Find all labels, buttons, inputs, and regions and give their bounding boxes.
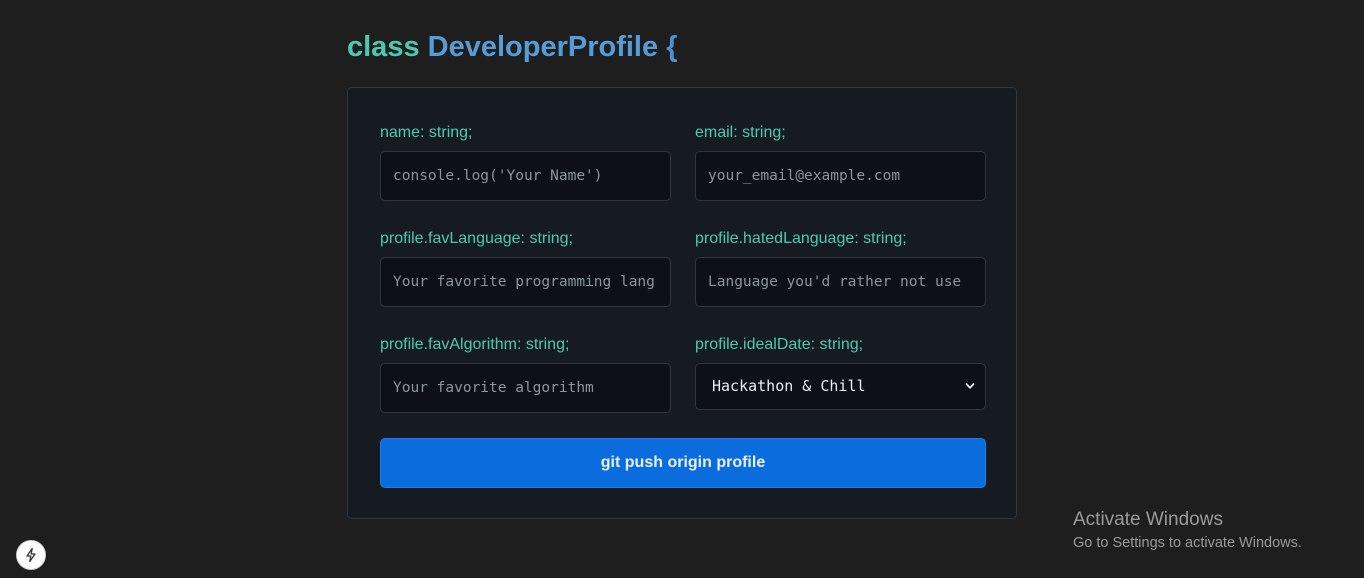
ideal-date-label: profile.idealDate: string; xyxy=(695,336,864,353)
name-label: name: string; xyxy=(380,124,473,141)
ideal-date-select[interactable]: Hackathon & Chill xyxy=(695,363,986,410)
email-label: email: string; xyxy=(695,124,786,141)
windows-activation-notice: Activate Windows Go to Settings to activ… xyxy=(1073,508,1302,553)
fav-algorithm-input[interactable]: Your favorite algorithm xyxy=(380,363,671,413)
lightning-bolt-icon xyxy=(26,547,36,563)
title-brace: { xyxy=(666,31,678,63)
fav-language-label: profile.favLanguage: string; xyxy=(380,230,574,247)
profile-form: name: string; console.log('Your Name') e… xyxy=(347,87,1017,519)
email-input[interactable]: your_email@example.com xyxy=(695,151,986,201)
submit-button[interactable]: git push origin profile xyxy=(380,438,986,488)
ideal-date-selected-value: Hackathon & Chill xyxy=(712,377,866,395)
chevron-down-icon xyxy=(965,383,975,389)
page-title: class DeveloperProfile { xyxy=(347,28,677,66)
name-input[interactable]: console.log('Your Name') xyxy=(380,151,671,201)
activation-title: Activate Windows xyxy=(1073,509,1223,530)
dev-tools-button[interactable] xyxy=(16,540,46,570)
title-class-name: DeveloperProfile xyxy=(427,31,659,63)
title-keyword: class xyxy=(347,31,420,63)
hated-language-label: profile.hatedLanguage: string; xyxy=(695,230,907,247)
activation-subtitle: Go to Settings to activate Windows. xyxy=(1073,535,1302,551)
fav-algorithm-label: profile.favAlgorithm: string; xyxy=(380,336,570,353)
fav-language-input[interactable]: Your favorite programming lang xyxy=(380,257,671,307)
hated-language-input[interactable]: Language you'd rather not use xyxy=(695,257,986,307)
